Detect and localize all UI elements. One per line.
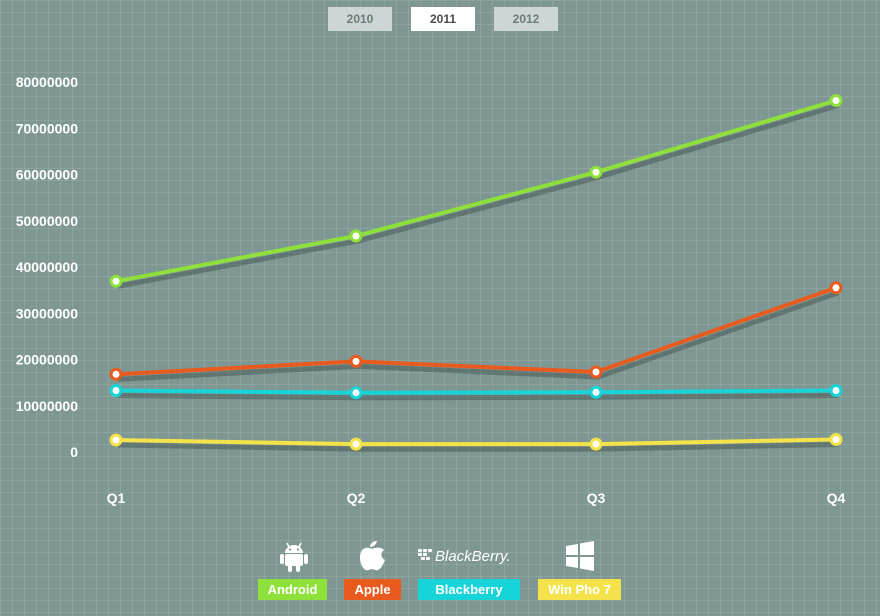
y-tick-label: 50000000	[16, 213, 79, 229]
data-point[interactable]	[829, 384, 843, 397]
series-line	[115, 437, 837, 447]
series-line	[115, 388, 837, 395]
y-axis-ticks: 0 10000000 20000000 30000000 40000000 5000000…	[16, 74, 79, 460]
series-blackberry	[109, 384, 843, 401]
y-tick-label: 70000000	[16, 120, 79, 136]
data-point[interactable]	[349, 229, 363, 243]
data-point[interactable]	[589, 165, 603, 179]
data-point[interactable]	[109, 384, 123, 397]
y-tick-label: 10000000	[16, 398, 79, 414]
data-point[interactable]	[829, 94, 843, 107]
data-point[interactable]	[589, 365, 603, 379]
windows-icon	[562, 538, 598, 574]
y-tick-label: 0	[70, 444, 78, 460]
y-tick-label: 80000000	[16, 74, 79, 90]
data-point[interactable]	[109, 367, 123, 381]
data-point[interactable]	[109, 274, 123, 288]
series-android	[109, 94, 843, 289]
android-icon	[276, 538, 312, 574]
x-tick-label: Q2	[347, 490, 366, 506]
y-tick-label: 30000000	[16, 305, 79, 321]
series-apple	[109, 281, 843, 382]
legend-android-button[interactable]: Android	[258, 579, 327, 600]
data-point[interactable]	[349, 354, 363, 368]
legend-apple-button[interactable]: Apple	[344, 579, 401, 600]
legend-blackberry-button[interactable]: Blackberry	[418, 579, 520, 600]
data-point[interactable]	[349, 437, 363, 451]
legend-winpho7-button[interactable]: Win Pho 7	[538, 579, 621, 600]
y-tick-label: 20000000	[16, 352, 79, 368]
blackberry-logo-text: BlackBerry.	[435, 548, 511, 565]
series-line-shadow	[117, 393, 839, 401]
data-point[interactable]	[109, 433, 123, 447]
series-win-pho-7	[109, 433, 843, 452]
apple-icon	[355, 538, 389, 574]
y-tick-label: 60000000	[16, 167, 79, 183]
series-layer	[109, 94, 843, 452]
data-point[interactable]	[829, 433, 843, 446]
x-axis-ticks: Q1 Q2 Q3 Q4	[107, 490, 846, 506]
blackberry-logo: BlackBerry.	[418, 538, 520, 574]
data-point[interactable]	[589, 437, 603, 451]
data-point[interactable]	[349, 386, 363, 400]
y-tick-label: 40000000	[16, 259, 79, 275]
data-point[interactable]	[589, 385, 603, 399]
x-tick-label: Q3	[587, 490, 606, 506]
data-point[interactable]	[829, 281, 843, 295]
line-chart: 0 10000000 20000000 30000000 40000000 5000000…	[16, 74, 846, 506]
x-tick-label: Q4	[827, 490, 846, 506]
series-line	[115, 98, 837, 284]
x-tick-label: Q1	[107, 490, 126, 506]
